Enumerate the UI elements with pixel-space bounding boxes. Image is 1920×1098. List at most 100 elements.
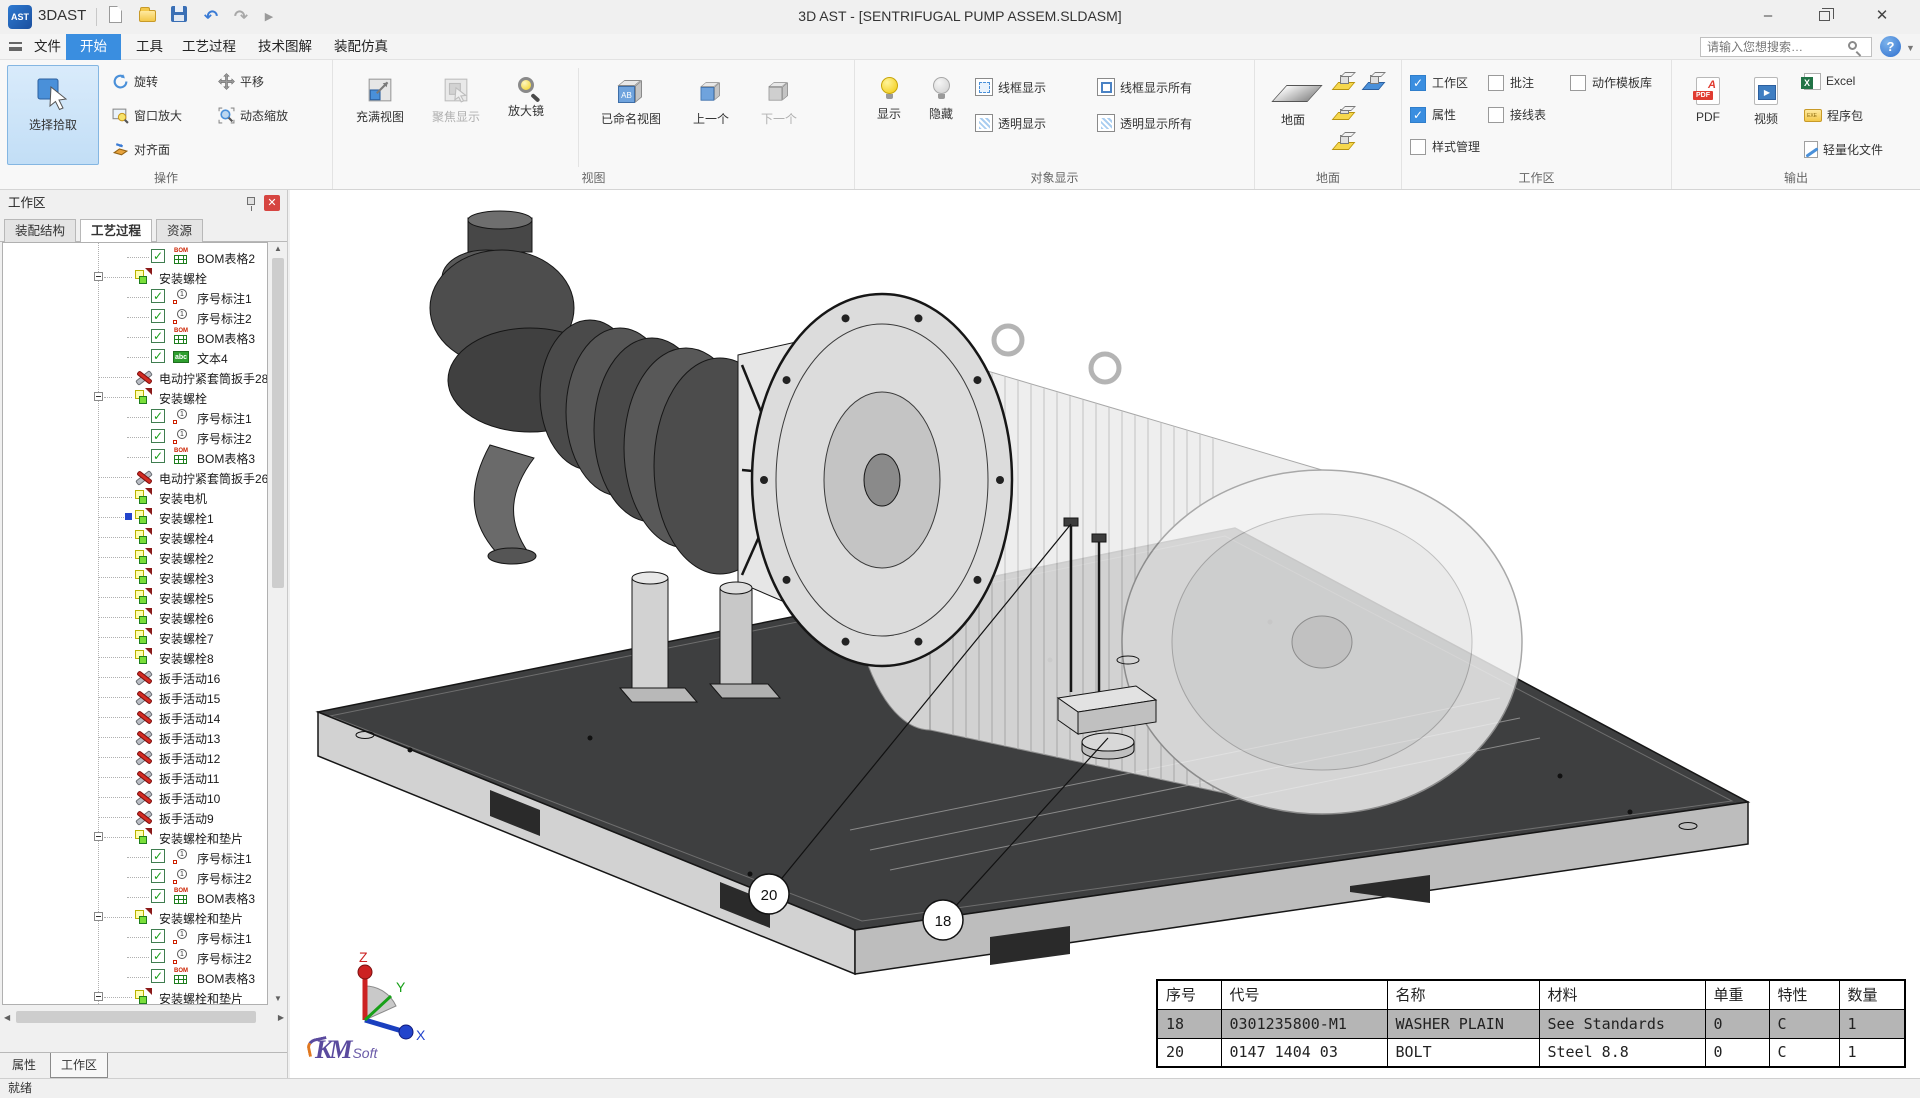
tree-item[interactable]: 安装螺栓5 bbox=[3, 587, 267, 607]
tree-item[interactable]: 扳手活动15 bbox=[3, 687, 267, 707]
named-views-button[interactable]: AB 已命名视图 bbox=[588, 68, 674, 127]
search-input[interactable] bbox=[1700, 37, 1872, 57]
tree-item[interactable]: ✓BOMBOM表格3 bbox=[3, 967, 267, 987]
transparent-all-button[interactable]: 透明显示所有 bbox=[1097, 112, 1192, 134]
tree-item[interactable]: 安装螺栓8 bbox=[3, 647, 267, 667]
horizontal-scroll-thumb[interactable] bbox=[16, 1011, 256, 1023]
tree-item[interactable]: 扳手活动13 bbox=[3, 727, 267, 747]
tree-item[interactable]: ✓BOMBOM表格2 bbox=[3, 247, 267, 267]
tree-item[interactable]: 安装螺栓7 bbox=[3, 627, 267, 647]
menu-tab-2[interactable]: 开始 bbox=[66, 34, 121, 60]
panel-bottom-tab-1[interactable]: 属性 bbox=[2, 1053, 46, 1078]
previous-view-button[interactable]: 上一个 bbox=[678, 68, 744, 127]
qat-more-button[interactable]: ▶ bbox=[258, 6, 280, 28]
tree-vertical-scrollbar[interactable]: ▲ ▼ bbox=[270, 242, 286, 1005]
magnifier-button[interactable]: 放大镜 bbox=[495, 68, 557, 119]
tree-checkbox[interactable]: ✓ bbox=[151, 929, 165, 943]
wireframe-all-button[interactable]: 线框显示所有 bbox=[1097, 76, 1192, 98]
show-button[interactable]: 显示 bbox=[865, 68, 913, 122]
open-button[interactable] bbox=[136, 6, 158, 28]
tree-expander-icon[interactable] bbox=[94, 912, 103, 921]
property-checkbox[interactable]: ✓ 属性 bbox=[1410, 106, 1456, 123]
export-pdf-button[interactable]: PDF bbox=[1682, 68, 1734, 124]
panel-tab-1[interactable]: 装配结构 bbox=[4, 219, 76, 242]
pan-button[interactable]: 平移 bbox=[218, 70, 264, 92]
tree-checkbox[interactable]: ✓ bbox=[151, 449, 165, 463]
tree-item[interactable]: 扳手活动14 bbox=[3, 707, 267, 727]
tree-item[interactable]: 安装螺栓 bbox=[3, 387, 267, 407]
tree-checkbox[interactable]: ✓ bbox=[151, 849, 165, 863]
tree-item[interactable]: 扳手活动16 bbox=[3, 667, 267, 687]
tree-checkbox[interactable]: ✓ bbox=[151, 889, 165, 903]
tree-item[interactable]: ✓1序号标注1 bbox=[3, 927, 267, 947]
tree-checkbox[interactable]: ✓ bbox=[151, 329, 165, 343]
search-icon[interactable] bbox=[1848, 41, 1857, 50]
window-zoom-button[interactable]: 窗口放大 bbox=[112, 104, 182, 126]
tree-checkbox[interactable]: ✓ bbox=[151, 249, 165, 263]
scroll-left-arrow[interactable]: ◀ bbox=[4, 1013, 10, 1022]
panel-tab-2[interactable]: 工艺过程 bbox=[80, 219, 152, 243]
ground-option-3-button[interactable] bbox=[1333, 100, 1357, 124]
tree-checkbox[interactable]: ✓ bbox=[151, 349, 165, 363]
tree-item[interactable]: ✓BOMBOM表格3 bbox=[3, 447, 267, 467]
pump-unit[interactable] bbox=[430, 211, 1012, 702]
fit-view-button[interactable]: 充满视图 bbox=[345, 68, 415, 125]
tree-item[interactable]: 扳手活动12 bbox=[3, 747, 267, 767]
hide-button[interactable]: 隐藏 bbox=[917, 68, 965, 122]
tree-checkbox[interactable]: ✓ bbox=[151, 409, 165, 423]
tree-item[interactable]: ✓1序号标注1 bbox=[3, 847, 267, 867]
dynamic-zoom-button[interactable]: 动态缩放 bbox=[218, 104, 288, 126]
ground-option-2-button[interactable] bbox=[1363, 70, 1387, 94]
tree-checkbox[interactable]: ✓ bbox=[151, 309, 165, 323]
minimize-button[interactable]: – bbox=[1742, 0, 1794, 32]
menu-tab-4[interactable]: 工艺过程 bbox=[168, 34, 250, 60]
undo-button[interactable]: ↶ bbox=[200, 6, 222, 28]
select-pick-button[interactable]: 选择拾取 bbox=[7, 65, 99, 165]
tree-item[interactable]: 安装螺栓2 bbox=[3, 547, 267, 567]
style-manager-checkbox[interactable]: 样式管理 bbox=[1410, 138, 1480, 155]
save-button[interactable] bbox=[168, 6, 190, 28]
annotation-checkbox[interactable]: 批注 bbox=[1488, 74, 1534, 91]
tree-item[interactable]: 安装螺栓和垫片 bbox=[3, 827, 267, 847]
tree-item[interactable]: ✓BOMBOM表格3 bbox=[3, 327, 267, 347]
export-video-button[interactable]: 视频 bbox=[1740, 68, 1792, 127]
ground-option-1-button[interactable] bbox=[1333, 70, 1357, 94]
transparent-display-button[interactable]: 透明显示 bbox=[975, 112, 1046, 134]
tree-item[interactable]: 电动拧紧套筒扳手26 bbox=[3, 467, 267, 487]
tree-item[interactable]: 安装螺栓 bbox=[3, 267, 267, 287]
ground-option-4-button[interactable] bbox=[1333, 130, 1357, 154]
workspace-checkbox[interactable]: ✓ 工作区 bbox=[1410, 74, 1468, 91]
export-package-button[interactable]: 程序包 bbox=[1804, 104, 1863, 126]
callout-balloon-20[interactable]: 20 bbox=[749, 874, 789, 914]
focus-display-button[interactable]: 聚焦显示 bbox=[421, 68, 491, 125]
panel-bottom-tab-2[interactable]: 工作区 bbox=[50, 1053, 108, 1078]
tree-item[interactable]: 安装螺栓3 bbox=[3, 567, 267, 587]
tree-item[interactable]: ✓1序号标注2 bbox=[3, 867, 267, 887]
close-button[interactable]: ✕ bbox=[1856, 0, 1908, 32]
tree-item[interactable]: 电动拧紧套筒扳手28 bbox=[3, 367, 267, 387]
tree-item[interactable]: ✓1序号标注2 bbox=[3, 947, 267, 967]
tree-expander-icon[interactable] bbox=[94, 272, 103, 281]
export-excel-button[interactable]: Excel bbox=[1804, 70, 1855, 92]
restore-button[interactable] bbox=[1798, 0, 1850, 32]
tree-checkbox[interactable]: ✓ bbox=[151, 429, 165, 443]
wireframe-display-button[interactable]: 线框显示 bbox=[975, 76, 1046, 98]
menu-tab-6[interactable]: 装配仿真 bbox=[320, 34, 402, 60]
rotate-button[interactable]: 旋转 bbox=[112, 70, 158, 92]
tree-checkbox[interactable]: ✓ bbox=[151, 949, 165, 963]
tree-expander-icon[interactable] bbox=[94, 992, 103, 1001]
new-document-button[interactable] bbox=[104, 6, 126, 28]
scroll-up-arrow[interactable]: ▲ bbox=[270, 244, 286, 253]
tree-expander-icon[interactable] bbox=[94, 392, 103, 401]
ground-button[interactable]: 地面 bbox=[1261, 68, 1325, 128]
tree-horizontal-scrollbar[interactable]: ◀ ▶ bbox=[2, 1009, 286, 1025]
redo-button[interactable]: ↷ bbox=[230, 6, 252, 28]
pin-icon[interactable] bbox=[247, 197, 255, 205]
tree-item[interactable]: ✓abc文本4 bbox=[3, 347, 267, 367]
tree-item[interactable]: ✓1序号标注1 bbox=[3, 407, 267, 427]
next-view-button[interactable]: 下一个 bbox=[746, 68, 812, 127]
tree-item[interactable]: 安装螺栓6 bbox=[3, 607, 267, 627]
tree-item[interactable]: ✓BOMBOM表格3 bbox=[3, 887, 267, 907]
wiring-table-checkbox[interactable]: 接线表 bbox=[1488, 106, 1546, 123]
action-template-checkbox[interactable]: 动作模板库 bbox=[1570, 74, 1652, 91]
